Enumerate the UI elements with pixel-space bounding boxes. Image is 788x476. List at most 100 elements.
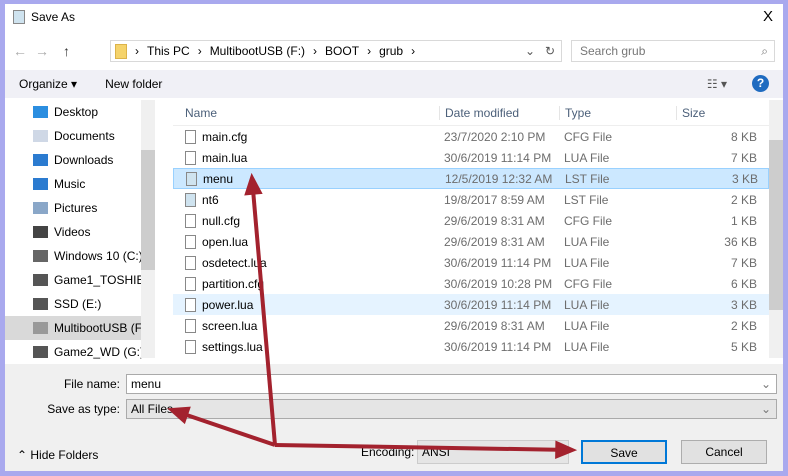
file-type: CFG File [564,129,612,144]
file-row[interactable]: null.cfg 29/6/2019 8:31 AM CFG File 1 KB [173,210,769,231]
file-type: CFG File [564,213,612,228]
column-date[interactable]: Date modified [439,105,559,120]
sidebar-item[interactable]: MultibootUSB (F:) [5,316,155,340]
back-button[interactable]: ← [13,43,27,59]
file-size: 7 KB [730,150,757,165]
file-row[interactable]: partition.cfg 30/6/2019 10:28 PM CFG File 6… [173,273,769,294]
file-type: CFG File [564,276,612,291]
column-type[interactable]: Type [559,105,676,120]
file-icon [185,213,196,228]
folder-icon [115,43,127,59]
file-type: LST File [565,171,610,186]
file-icon [185,339,196,354]
save-as-dialog: Save As X ← → ↑ › This PC › MultibootUSB (… [5,4,783,471]
sidebar-item[interactable]: Music [5,172,155,196]
save-type-label: Save as type: [47,402,120,416]
location-icon [33,226,48,238]
refresh-icon[interactable]: ↻ [545,44,555,58]
sidebar-scrollbar[interactable] [141,100,155,358]
file-icon [185,150,196,165]
file-name-label: File name: [63,377,120,391]
file-date: 29/6/2019 8:31 AM [444,318,545,333]
breadcrumb-boot[interactable]: BOOT [325,44,359,58]
location-icon [33,106,48,118]
view-options-button[interactable]: ☷ ▾ [707,77,727,91]
save-type-select[interactable]: All Files ⌄ [126,399,777,419]
location-icon [33,202,48,214]
history-dropdown-icon[interactable]: ⌄ [525,44,535,58]
file-date: 30/6/2019 11:14 PM [444,150,552,165]
file-row[interactable]: nt6 19/8/2017 8:59 AM LST File 2 KB [173,189,769,210]
file-name: menu [203,171,234,186]
breadcrumb-drive[interactable]: MultibootUSB (F:) [210,44,305,58]
close-button[interactable]: X [763,8,773,25]
sidebar-item[interactable]: Videos [5,220,155,244]
location-icon [33,346,48,358]
sidebar-item[interactable]: Game1_TOSHIBA [5,268,155,292]
file-size: 3 KB [730,297,757,312]
sidebar-item[interactable]: SSD (E:) [5,292,155,316]
breadcrumb-this-pc[interactable]: This PC [147,44,190,58]
location-icon [33,250,48,262]
file-date: 30/6/2019 11:14 PM [444,339,552,354]
breadcrumb-grub[interactable]: grub [379,44,403,58]
file-name: main.lua [202,150,248,165]
organize-button[interactable]: Organize ▾ [19,77,77,91]
file-name: nt6 [202,192,219,207]
file-name: screen.lua [202,318,258,333]
hide-folders-button[interactable]: ⌃ Hide Folders [17,448,98,462]
scrollbar-thumb[interactable] [141,150,155,270]
save-button[interactable]: Save [581,440,667,464]
save-form: File name: menu ⌄ Save as type: All Files… [5,364,783,471]
address-bar[interactable]: › This PC › MultibootUSB (F:) › BOOT › grub ›… [110,40,562,62]
sidebar-item[interactable]: Windows 10 (C:) [5,244,155,268]
column-name[interactable]: Name [173,106,439,120]
scrollbar-thumb[interactable] [769,140,783,310]
chevron-down-icon: ⌄ [760,402,771,416]
search-input[interactable]: Search grub ⌕ [571,40,775,62]
file-row[interactable]: settings.lua 30/6/2019 11:14 PM LUA File 5 … [173,336,769,357]
location-icon [33,178,48,190]
file-date: 30/6/2019 11:14 PM [444,255,552,270]
location-icon [33,298,48,310]
file-row[interactable]: power.lua 30/6/2019 11:14 PM LUA File 3 KB [173,294,769,315]
column-headers: Name Date modified Type Size [173,100,769,126]
file-icon [185,318,196,333]
file-name: power.lua [202,297,254,312]
chevron-down-icon[interactable]: ⌄ [761,377,771,391]
file-type: LST File [564,192,609,207]
column-size[interactable]: Size [676,105,757,120]
cancel-button[interactable]: Cancel [681,440,767,464]
file-list-scrollbar[interactable] [769,100,783,358]
encoding-select[interactable]: ANSI [417,440,569,464]
file-icon [185,276,196,291]
file-size: 2 KB [730,192,757,207]
encoding-label: Encoding: [361,445,415,459]
forward-button[interactable]: → [35,43,49,59]
file-name-input[interactable]: menu ⌄ [126,374,777,394]
file-date: 29/6/2019 8:31 AM [444,234,545,249]
file-icon [185,234,196,249]
file-row[interactable]: main.cfg 23/7/2020 2:10 PM CFG File 8 KB [173,126,769,147]
sidebar-item[interactable]: Downloads [5,148,155,172]
sidebar-item[interactable]: Game2_WD (G:) [5,340,155,364]
file-icon [185,129,196,144]
file-name: settings.lua [202,339,263,354]
up-button[interactable]: ↑ [63,43,70,59]
sidebar-item[interactable]: Desktop [5,100,155,124]
help-button[interactable]: ? [752,75,769,92]
file-row[interactable]: osdetect.lua 30/6/2019 11:14 PM LUA File 7 … [173,252,769,273]
file-size: 6 KB [730,276,757,291]
file-name: null.cfg [202,213,241,228]
file-row[interactable]: open.lua 29/6/2019 8:31 AM LUA File 36 KB [173,231,769,252]
file-row[interactable]: main.lua 30/6/2019 11:14 PM LUA File 7 KB [173,147,769,168]
file-size: 5 KB [730,339,757,354]
navigation-pane: Desktop Documents Downloads Music Pictures Vi… [5,100,155,359]
file-size: 8 KB [730,129,757,144]
file-row[interactable]: screen.lua 29/6/2019 8:31 AM LUA File 2 KB [173,315,769,336]
sidebar-item[interactable]: Pictures [5,196,155,220]
file-date: 30/6/2019 11:14 PM [444,297,552,312]
new-folder-button[interactable]: New folder [105,77,162,91]
file-row[interactable]: menu 12/5/2019 12:32 AM LST File 3 KB [173,168,769,189]
sidebar-item[interactable]: Documents [5,124,155,148]
